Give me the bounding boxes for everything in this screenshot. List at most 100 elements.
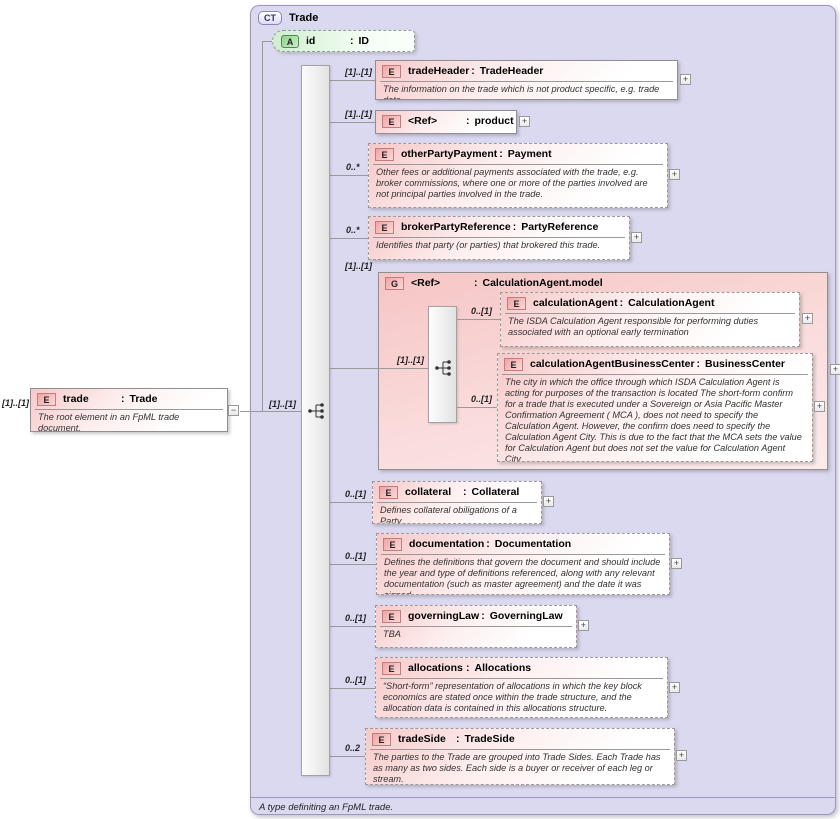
expand-icon[interactable]: +: [802, 313, 813, 324]
colon-separator: :: [463, 486, 467, 499]
connector-line: [457, 319, 500, 320]
element-annotation: The parties to the Trade are grouped int…: [366, 750, 674, 785]
element-calculationagent[interactable]: E calculationAgent : CalculationAgent Th…: [500, 292, 800, 347]
group-type: CalculationAgent.model: [483, 277, 603, 290]
element-annotation: The ISDA Calculation Agent responsible f…: [501, 314, 799, 341]
expand-icon[interactable]: +: [543, 496, 554, 507]
connector-line: [330, 238, 368, 239]
colon-separator: :: [471, 65, 475, 78]
element-name: trade: [63, 393, 119, 406]
element-icon: E: [375, 221, 394, 234]
element-name: collateral: [405, 486, 461, 499]
cardinality-label: [1]..[1]: [269, 399, 296, 409]
element-name: tradeHeader: [408, 65, 469, 78]
attribute-type: ID: [359, 35, 370, 48]
element-icon: E: [507, 297, 526, 310]
sequence-icon: [433, 357, 455, 379]
element-type: TradeSide: [465, 733, 515, 746]
element-name: governingLaw: [408, 610, 479, 623]
element-tradeheader[interactable]: E tradeHeader : TradeHeader The informat…: [375, 60, 678, 100]
colon-separator: :: [121, 393, 125, 406]
cardinality-label: 0..*: [346, 162, 360, 172]
element-name: otherPartyPayment: [401, 148, 497, 161]
element-tradeside[interactable]: E tradeSide : TradeSide The parties to t…: [365, 728, 675, 785]
cardinality-label: [1]..[1]: [2, 398, 29, 408]
element-icon: E: [382, 662, 401, 675]
element-otherpartypayment[interactable]: E otherPartyPayment : Payment Other fees…: [368, 143, 668, 208]
colon-separator: :: [486, 538, 490, 551]
element-type: Trade: [130, 393, 158, 406]
element-icon: E: [382, 610, 401, 623]
cardinality-label: [1]..[1]: [345, 261, 372, 271]
element-annotation: Defines collateral obiligations of a Par…: [373, 503, 541, 524]
colon-separator: :: [481, 610, 485, 623]
element-icon: E: [379, 486, 398, 499]
colon-separator: :: [499, 148, 503, 161]
colon-separator: :: [697, 358, 701, 371]
colon-separator: :: [620, 297, 624, 310]
element-type: PartyReference: [521, 221, 598, 234]
element-icon: E: [37, 393, 56, 406]
element-name: brokerPartyReference: [401, 221, 511, 234]
expand-icon[interactable]: +: [519, 116, 530, 127]
connector-line: [330, 175, 368, 176]
cardinality-label: 0..[1]: [345, 489, 366, 499]
element-type: GoverningLaw: [490, 610, 563, 623]
group-icon: G: [385, 277, 404, 290]
element-type: TradeHeader: [480, 65, 544, 78]
expand-icon[interactable]: +: [671, 558, 682, 569]
element-allocations[interactable]: E allocations : Allocations “Short-form”…: [375, 657, 668, 718]
cardinality-label: [1]..[1]: [345, 109, 372, 119]
attribute-name: id: [306, 35, 348, 48]
element-name: calculationAgent: [533, 297, 618, 310]
element-icon: E: [372, 733, 391, 746]
expand-icon[interactable]: +: [631, 232, 642, 243]
connector-line: [330, 756, 365, 757]
element-type: Allocations: [475, 662, 532, 675]
connector-line: [457, 407, 497, 408]
collapse-icon[interactable]: −: [228, 405, 239, 416]
element-type: Collateral: [472, 486, 520, 499]
connector-line: [330, 564, 376, 565]
element-name: <Ref>: [408, 115, 464, 128]
element-calculationagentbusinesscenter[interactable]: E calculationAgentBusinessCenter : Busin…: [497, 353, 813, 462]
attribute-icon: A: [281, 35, 299, 48]
cardinality-label: [1]..[1]: [345, 67, 372, 77]
expand-icon[interactable]: +: [669, 169, 680, 180]
element-governinglaw[interactable]: E governingLaw : GoverningLaw TBA: [375, 605, 577, 648]
element-collateral[interactable]: E collateral : Collateral Defines collat…: [372, 481, 542, 524]
element-name: calculationAgentBusinessCenter: [530, 358, 695, 371]
connector-line: [262, 41, 263, 411]
element-type: Payment: [508, 148, 552, 161]
element-brokerpartyreference[interactable]: E brokerPartyReference : PartyReference …: [368, 216, 630, 260]
connector-line: [330, 502, 372, 503]
element-icon: E: [382, 115, 401, 128]
element-product-ref[interactable]: E <Ref> : product: [375, 110, 517, 134]
expand-icon[interactable]: +: [680, 74, 691, 85]
element-documentation[interactable]: E documentation : Documentation Defines …: [376, 533, 670, 595]
cardinality-label: 0..*: [346, 225, 360, 235]
expand-icon[interactable]: +: [578, 620, 589, 631]
connector-line: [330, 626, 375, 627]
expand-icon[interactable]: +: [830, 364, 840, 375]
element-annotation: Defines the definitions that govern the …: [377, 555, 669, 595]
complex-type-title: Trade: [289, 11, 318, 25]
element-type: BusinessCenter: [705, 358, 785, 371]
footer-divider: [251, 797, 835, 798]
element-name: tradeSide: [398, 733, 454, 746]
attribute-id[interactable]: A id : ID: [272, 30, 415, 52]
connector-line: [330, 368, 436, 369]
cardinality-label: [1]..[1]: [397, 355, 424, 365]
element-icon: E: [504, 358, 523, 371]
expand-icon[interactable]: +: [669, 682, 680, 693]
element-type: Documentation: [495, 538, 571, 551]
connector-line: [330, 688, 375, 689]
element-trade[interactable]: E trade : Trade The root element in an F…: [30, 388, 228, 432]
element-annotation: The root element in an FpML trade docume…: [31, 410, 227, 432]
expand-icon[interactable]: +: [676, 750, 687, 761]
complex-type-annotation: A type definiting an FpML trade.: [259, 802, 393, 814]
complex-type-icon: CT: [258, 11, 282, 25]
element-icon: E: [382, 65, 401, 78]
element-annotation: Other fees or additional payments associ…: [369, 165, 667, 203]
expand-icon[interactable]: +: [814, 401, 825, 412]
